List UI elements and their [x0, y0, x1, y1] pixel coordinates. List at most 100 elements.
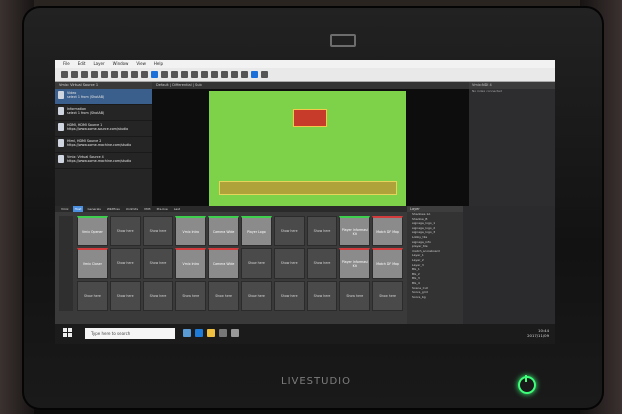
- align-left-icon[interactable]: [211, 71, 218, 78]
- scene-cell[interactable]: Camera Wide: [208, 248, 239, 279]
- windows-start-icon[interactable]: [63, 328, 73, 338]
- tab-host[interactable]: Host: [72, 206, 84, 212]
- scene-cell[interactable]: Vmix Intro: [175, 216, 207, 247]
- system-tray[interactable]: 10:44 2017/11/09: [527, 328, 549, 338]
- menu-window[interactable]: Window: [113, 60, 129, 68]
- task-view-icon[interactable]: [183, 329, 191, 337]
- scene-cell[interactable]: Camera Wide: [208, 216, 239, 247]
- toolbar: [55, 68, 555, 82]
- explorer-icon[interactable]: [207, 329, 215, 337]
- save-icon[interactable]: [81, 71, 88, 78]
- open-icon[interactable]: [71, 71, 78, 78]
- store-icon[interactable]: [219, 329, 227, 337]
- preview-signboard: [293, 109, 327, 127]
- rotate-icon[interactable]: [171, 71, 178, 78]
- scene-cell[interactable]: Show here: [175, 280, 207, 311]
- new-icon[interactable]: [61, 71, 68, 78]
- scene-cell[interactable]: Show here: [339, 280, 371, 311]
- edge-icon[interactable]: [195, 329, 203, 337]
- source-item[interactable]: Vmix: Virtual Source 4 https://www.some-m…: [55, 153, 152, 169]
- scene-cell[interactable]: Show here: [109, 280, 141, 311]
- source-subtitle: https://www.some-machine.com/studio: [67, 159, 132, 163]
- grid-icon[interactable]: [191, 71, 198, 78]
- align-center-icon[interactable]: [221, 71, 228, 78]
- scene-cell[interactable]: Show here: [306, 216, 338, 247]
- properties-title: Vmix:NDI 4: [469, 82, 555, 89]
- tab-vm3[interactable]: VM3: [142, 206, 153, 212]
- scene-cell[interactable]: Vmix Closer: [77, 248, 108, 279]
- monitor-icon[interactable]: [261, 71, 268, 78]
- cut-icon[interactable]: [91, 71, 98, 78]
- align-right-icon[interactable]: [231, 71, 238, 78]
- image-icon[interactable]: [141, 71, 148, 78]
- scene-grid: Vmix Opener Show here Show here Vmix Intro C…: [77, 216, 403, 311]
- taskbar-search-input[interactable]: Type here to search: [85, 328, 175, 339]
- source-item[interactable]: Video select 1 from (ShotAB): [55, 89, 152, 105]
- menu-edit[interactable]: Edit: [78, 60, 86, 68]
- source-item[interactable]: Information select 1 from (ShotAB): [55, 105, 152, 121]
- tab-prelive[interactable]: Pre-live: [155, 206, 170, 212]
- zoom-icon[interactable]: [181, 71, 188, 78]
- paste-icon[interactable]: [111, 71, 118, 78]
- scene-cell[interactable]: Show here: [306, 280, 338, 311]
- preview-area: Default | Differential | Sub: [152, 82, 469, 206]
- menu-help[interactable]: Help: [154, 60, 163, 68]
- monitor-screen: File Edit Layer Window View Help Vmix: V…: [55, 60, 555, 344]
- scene-grid-panel: Vmix Host Generals Wildfires Unlimits VM…: [55, 206, 407, 324]
- menu-view[interactable]: View: [136, 60, 146, 68]
- scene-cell[interactable]: Show here: [240, 248, 272, 279]
- scene-cell[interactable]: Match DF Map: [372, 216, 403, 247]
- scene-tabs: Vmix Host Generals Wildfires Unlimits VM…: [55, 206, 407, 212]
- redo-icon[interactable]: [131, 71, 138, 78]
- pointer-icon[interactable]: [151, 71, 158, 78]
- scene-cell[interactable]: Match DF Map: [372, 248, 403, 279]
- scene-cell[interactable]: Show here: [142, 280, 174, 311]
- scene-cell[interactable]: Vmix Opener: [77, 216, 108, 247]
- text-icon[interactable]: [201, 71, 208, 78]
- record-icon[interactable]: [251, 71, 258, 78]
- scene-cell[interactable]: Show here: [208, 280, 239, 311]
- scene-cell[interactable]: Player Logo: [240, 216, 272, 247]
- scene-cell[interactable]: Player Informasi Kit: [339, 216, 371, 247]
- source-icon: [58, 155, 64, 163]
- scene-cell[interactable]: Vmix Intro: [175, 248, 207, 279]
- scene-cell[interactable]: Player Informasi Kit: [339, 248, 371, 279]
- scene-cell[interactable]: Show here: [372, 280, 403, 311]
- tab-wildfires[interactable]: Wildfires: [105, 206, 122, 212]
- tab-unlimits[interactable]: Unlimits: [124, 206, 140, 212]
- copy-icon[interactable]: [101, 71, 108, 78]
- scene-cell[interactable]: Show here: [273, 280, 305, 311]
- scene-cell[interactable]: Show here: [273, 248, 305, 279]
- properties-subtitle: No index connected: [472, 89, 502, 93]
- menu-file[interactable]: File: [63, 60, 70, 68]
- preview-tabs[interactable]: Default | Differential | Sub: [152, 82, 469, 89]
- layer-item[interactable]: Score_bg: [407, 295, 463, 300]
- scene-cell[interactable]: Show here: [109, 248, 141, 279]
- scene-cell[interactable]: Show here: [142, 216, 174, 247]
- source-icon: [58, 107, 64, 115]
- move-icon[interactable]: [161, 71, 168, 78]
- undo-icon[interactable]: [121, 71, 128, 78]
- tab-generals[interactable]: Generals: [85, 206, 102, 212]
- menu-layer[interactable]: Layer: [93, 60, 104, 68]
- source-subtitle: https://www.some-machine.com/studio: [67, 143, 132, 147]
- grid-side-strip: [59, 216, 73, 311]
- tab-last[interactable]: Last: [172, 206, 182, 212]
- tab-vmix[interactable]: Vmix: [59, 206, 71, 212]
- app-icon[interactable]: [231, 329, 239, 337]
- source-item[interactable]: Html, HDMI Source 2 https://www.some-mach…: [55, 137, 152, 153]
- sources-panel: Vmix: Virtual Source 1 Video select 1 fro…: [55, 82, 153, 206]
- power-button[interactable]: [518, 375, 536, 394]
- layer-list: Shadows 1A Shadow_B signage_logo_1 signage_…: [407, 212, 463, 299]
- green-screen-preview[interactable]: [209, 91, 406, 206]
- layer-panel: Layer Shadows 1A Shadow_B signage_logo_1 si…: [407, 206, 463, 324]
- scene-cell[interactable]: Show here: [77, 280, 108, 311]
- sources-panel-title: Vmix: Virtual Source 1: [55, 82, 152, 89]
- scene-cell[interactable]: Show here: [109, 216, 141, 247]
- scene-cell[interactable]: Show here: [240, 280, 272, 311]
- scene-cell[interactable]: Show here: [306, 248, 338, 279]
- source-item[interactable]: HDMI, HDMI Source 1 https://www.some-sour…: [55, 121, 152, 137]
- scene-cell[interactable]: Show here: [142, 248, 174, 279]
- scene-cell[interactable]: Show here: [273, 216, 305, 247]
- clock-icon[interactable]: [241, 71, 248, 78]
